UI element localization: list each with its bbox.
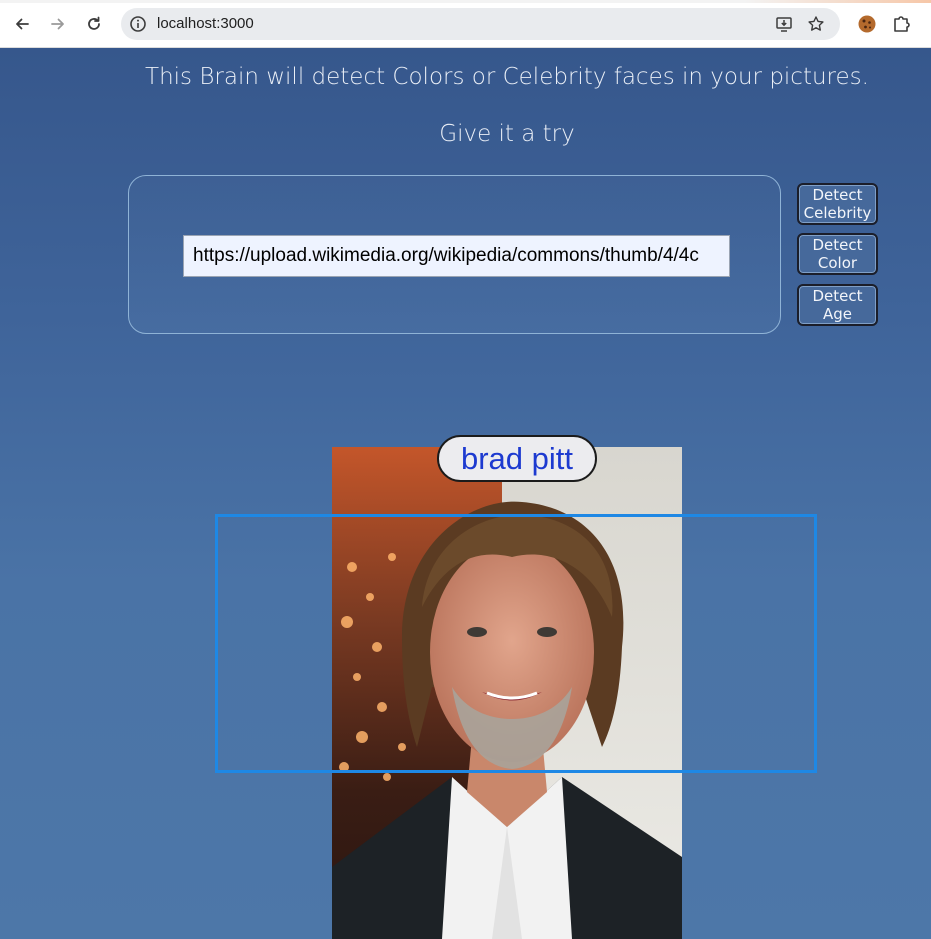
detect-celebrity-button[interactable]: Detect Celebrity xyxy=(797,183,878,225)
celebrity-name-label: brad pitt xyxy=(437,435,597,482)
arrow-left-icon[interactable] xyxy=(10,12,34,36)
image-link-form xyxy=(128,175,781,334)
app-page: This Brain will detect Colors or Celebri… xyxy=(0,48,931,939)
cookie-icon[interactable] xyxy=(856,13,878,35)
tab-strip-edge xyxy=(0,0,931,3)
install-app-icon[interactable] xyxy=(775,15,793,33)
image-url-input[interactable] xyxy=(183,235,730,277)
puzzle-icon[interactable] xyxy=(891,13,913,35)
detect-age-button[interactable]: Detect Age xyxy=(797,284,878,326)
info-icon[interactable] xyxy=(129,15,147,33)
subtagline: Give it a try xyxy=(439,121,575,147)
address-bar[interactable]: localhost:3000 xyxy=(121,8,840,40)
detect-color-button[interactable]: Detect Color xyxy=(797,233,878,275)
address-bar-url[interactable]: localhost:3000 xyxy=(157,15,254,32)
arrow-right-icon[interactable] xyxy=(46,12,70,36)
reload-icon[interactable] xyxy=(82,12,106,36)
tagline: This Brain will detect Colors or Celebri… xyxy=(145,64,869,90)
browser-toolbar: localhost:3000 xyxy=(0,0,931,48)
face-bounding-box xyxy=(215,514,817,773)
star-icon[interactable] xyxy=(807,15,825,33)
